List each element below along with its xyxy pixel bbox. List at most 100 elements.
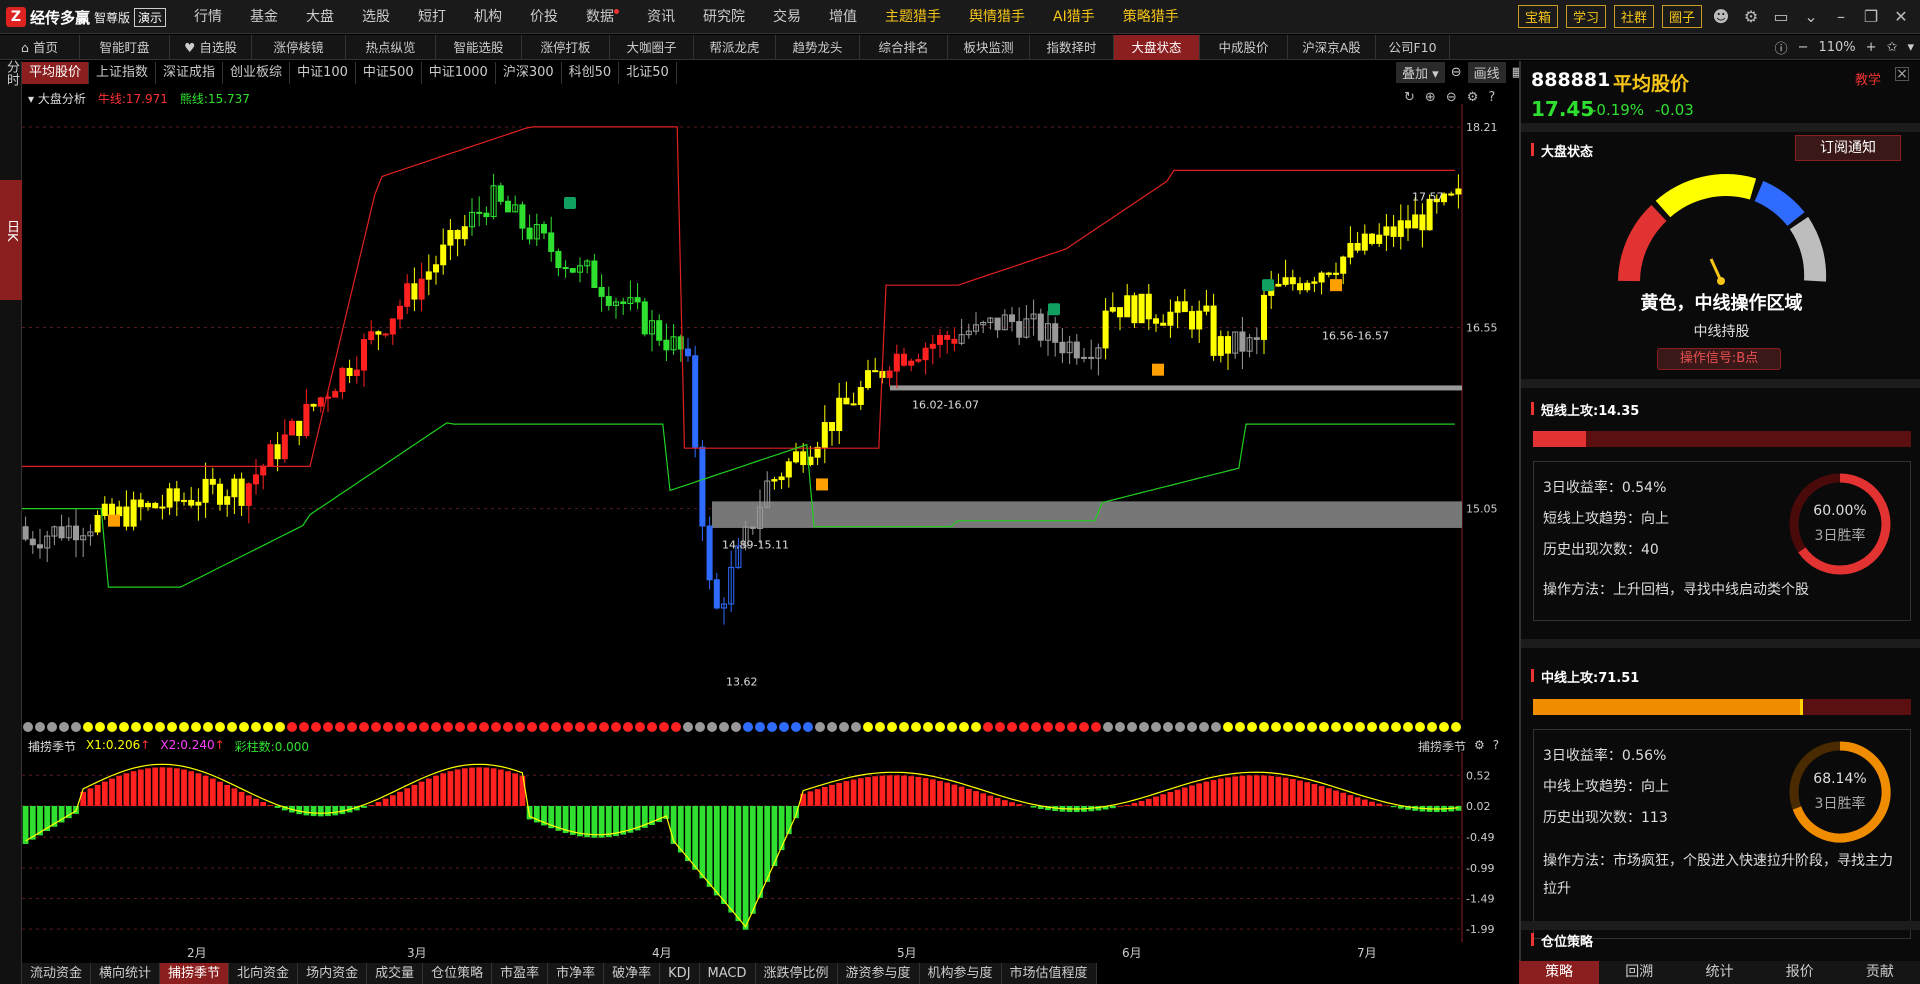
treasure-button[interactable]: 宝箱 [1517,5,1558,28]
nav-tab-2[interactable]: ♥ 自选股 [170,35,252,60]
index-tab-4[interactable]: 中证100 [290,62,356,84]
indicator-tab-0[interactable]: 流动资金 [22,963,92,984]
menu-13[interactable]: 舆情猎手 [955,0,1039,34]
panel-tab-1[interactable]: 回溯 [1599,961,1679,984]
nav-tab-7[interactable]: 大咖圈子 [610,35,694,60]
teach-link[interactable]: 教学 [1855,69,1881,88]
indicator-tab-11[interactable]: MACD [700,963,756,984]
menu-0[interactable]: 行情 [180,0,236,34]
restore-icon[interactable]: ❐ [1860,6,1882,28]
intraday-tab[interactable]: 分时 [0,60,22,130]
nav-tab-16[interactable]: 公司F10 [1376,35,1450,60]
index-tab-9[interactable]: 北证50 [619,62,677,84]
index-tab-1[interactable]: 上证指数 [89,62,157,84]
index-tab-5[interactable]: 中证500 [356,62,422,84]
histogram-bar [620,805,627,835]
overlay-button[interactable]: 叠加 ▾ [1396,62,1445,83]
question-icon[interactable]: ? [1488,90,1495,105]
indicator-tab-6[interactable]: 仓位策略 [423,963,493,984]
nav-tab-9[interactable]: 趋势龙头 [776,35,860,60]
add-icon[interactable]: ⊕ [1425,90,1436,105]
circle-button[interactable]: 圈子 [1661,5,1702,28]
nav-tab-10[interactable]: 综合排名 [860,35,948,60]
window-icon[interactable]: ▭ [1770,6,1792,28]
main-chart[interactable]: 18.21 16.55 15.05 17.57 16.56-16.57 16.02-16.… [22,104,1519,720]
nav-tab-6[interactable]: 涨停打板 [522,35,610,60]
menu-10[interactable]: 交易 [759,0,815,34]
histogram-bar [1196,783,1203,806]
indicator-tab-15[interactable]: 市场估值程度 [1002,963,1097,984]
menu-1[interactable]: 基金 [236,0,292,34]
index-tab-3[interactable]: 创业板综 [223,62,291,84]
index-tab-2[interactable]: 深证成指 [156,62,224,84]
menu-14[interactable]: AI猎手 [1039,0,1109,34]
nav-tab-14[interactable]: 中成股价 [1200,35,1288,60]
nav-tab-0[interactable]: ⌂ 首页 [0,35,80,60]
nav-tab-15[interactable]: 沪深京A股 [1288,35,1376,60]
candle [656,320,663,341]
indicator-tab-4[interactable]: 场内资金 [298,963,368,984]
menu-3[interactable]: 选股 [348,0,404,34]
menu-9[interactable]: 研究院 [689,0,759,34]
indicator-tab-9[interactable]: 破净率 [604,963,661,984]
sub-chart[interactable]: 0.52 0.02 -0.49 -0.99 -1.49 -1.99 [22,752,1519,942]
dropdown-icon[interactable]: ▾ [1907,40,1914,55]
index-tab-0[interactable]: 平均股价 [22,62,90,84]
panel-tab-3[interactable]: 报价 [1760,961,1840,984]
indicator-tab-1[interactable]: 横向统计 [91,963,161,984]
indicator-tab-14[interactable]: 机构参与度 [920,963,1002,984]
indicator-tab-2[interactable]: 捕捞季节 [160,963,230,984]
close-panel-icon[interactable]: × [1895,67,1909,81]
panel-tab-4[interactable]: 贡献 [1840,961,1920,984]
index-tab-7[interactable]: 沪深300 [496,62,562,84]
pin-icon[interactable]: ✩ [1887,40,1898,55]
gear-icon[interactable]: ⚙ [1740,6,1762,28]
menu-6[interactable]: 价投 [516,0,572,34]
menu-12[interactable]: 主题猎手 [871,0,955,34]
user-icon[interactable]: ☻ [1710,6,1732,28]
menu-7[interactable]: 数据 [572,0,633,34]
help-icon[interactable]: ⓘ [1775,38,1788,57]
menu-11[interactable]: 增值 [815,0,871,34]
chevron-down-icon[interactable]: ⌄ [1800,6,1822,28]
nav-tab-1[interactable]: 智能盯盘 [80,35,170,60]
index-tab-6[interactable]: 中证1000 [422,62,496,84]
daily-k-tab[interactable]: 日K [0,180,22,300]
menu-15[interactable]: 策略猎手 [1109,0,1193,34]
menu-5[interactable]: 机构 [460,0,516,34]
draw-line-button[interactable]: 画线 [1467,62,1506,83]
signal-badge[interactable]: 操作信号:B点 [1657,348,1781,370]
panel-tab-0[interactable]: 策略 [1519,961,1600,984]
subscribe-button[interactable]: 订阅通知 [1795,135,1901,161]
close-icon[interactable]: ✕ [1890,6,1912,28]
menu-8[interactable]: 资讯 [633,0,689,34]
indicator-tab-5[interactable]: 成交量 [367,963,424,984]
index-tab-8[interactable]: 科创50 [562,62,620,84]
menu-2[interactable]: 大盘 [292,0,348,34]
nav-tab-4[interactable]: 热点纵览 [346,35,436,60]
nav-tab-5[interactable]: 智能选股 [436,35,522,60]
minimize-icon[interactable]: – [1830,6,1852,28]
remove-icon[interactable]: ⊖ [1446,90,1457,105]
minus-icon[interactable]: ⊖ [1451,65,1462,80]
indicator-tab-10[interactable]: KDJ [660,963,700,984]
nav-tab-12[interactable]: 指数择时 [1030,35,1114,60]
nav-tab-3[interactable]: 涨停棱镜 [252,35,346,60]
zoom-out-icon[interactable]: − [1798,40,1809,55]
settings-icon[interactable]: ⚙ [1467,90,1479,105]
refresh-icon[interactable]: ↻ [1404,90,1415,105]
nav-tab-8[interactable]: 帮派龙虎 [694,35,776,60]
indicator-tab-13[interactable]: 游资参与度 [838,963,920,984]
indicator-tab-12[interactable]: 涨跌停比例 [756,963,838,984]
indicator-tab-3[interactable]: 北向资金 [229,963,299,984]
nav-tab-13[interactable]: 大盘状态 [1114,35,1200,60]
zoom-in-icon[interactable]: + [1866,40,1877,55]
community-button[interactable]: 社群 [1613,5,1654,28]
indicator-tab-7[interactable]: 市盈率 [492,963,549,984]
nav-tab-11[interactable]: 板块监测 [948,35,1030,60]
menu-4[interactable]: 短打 [404,0,460,34]
panel-tab-2[interactable]: 统计 [1679,961,1759,984]
demo-badge[interactable]: 演示 [134,7,167,27]
study-button[interactable]: 学习 [1565,5,1606,28]
indicator-tab-8[interactable]: 市净率 [548,963,605,984]
